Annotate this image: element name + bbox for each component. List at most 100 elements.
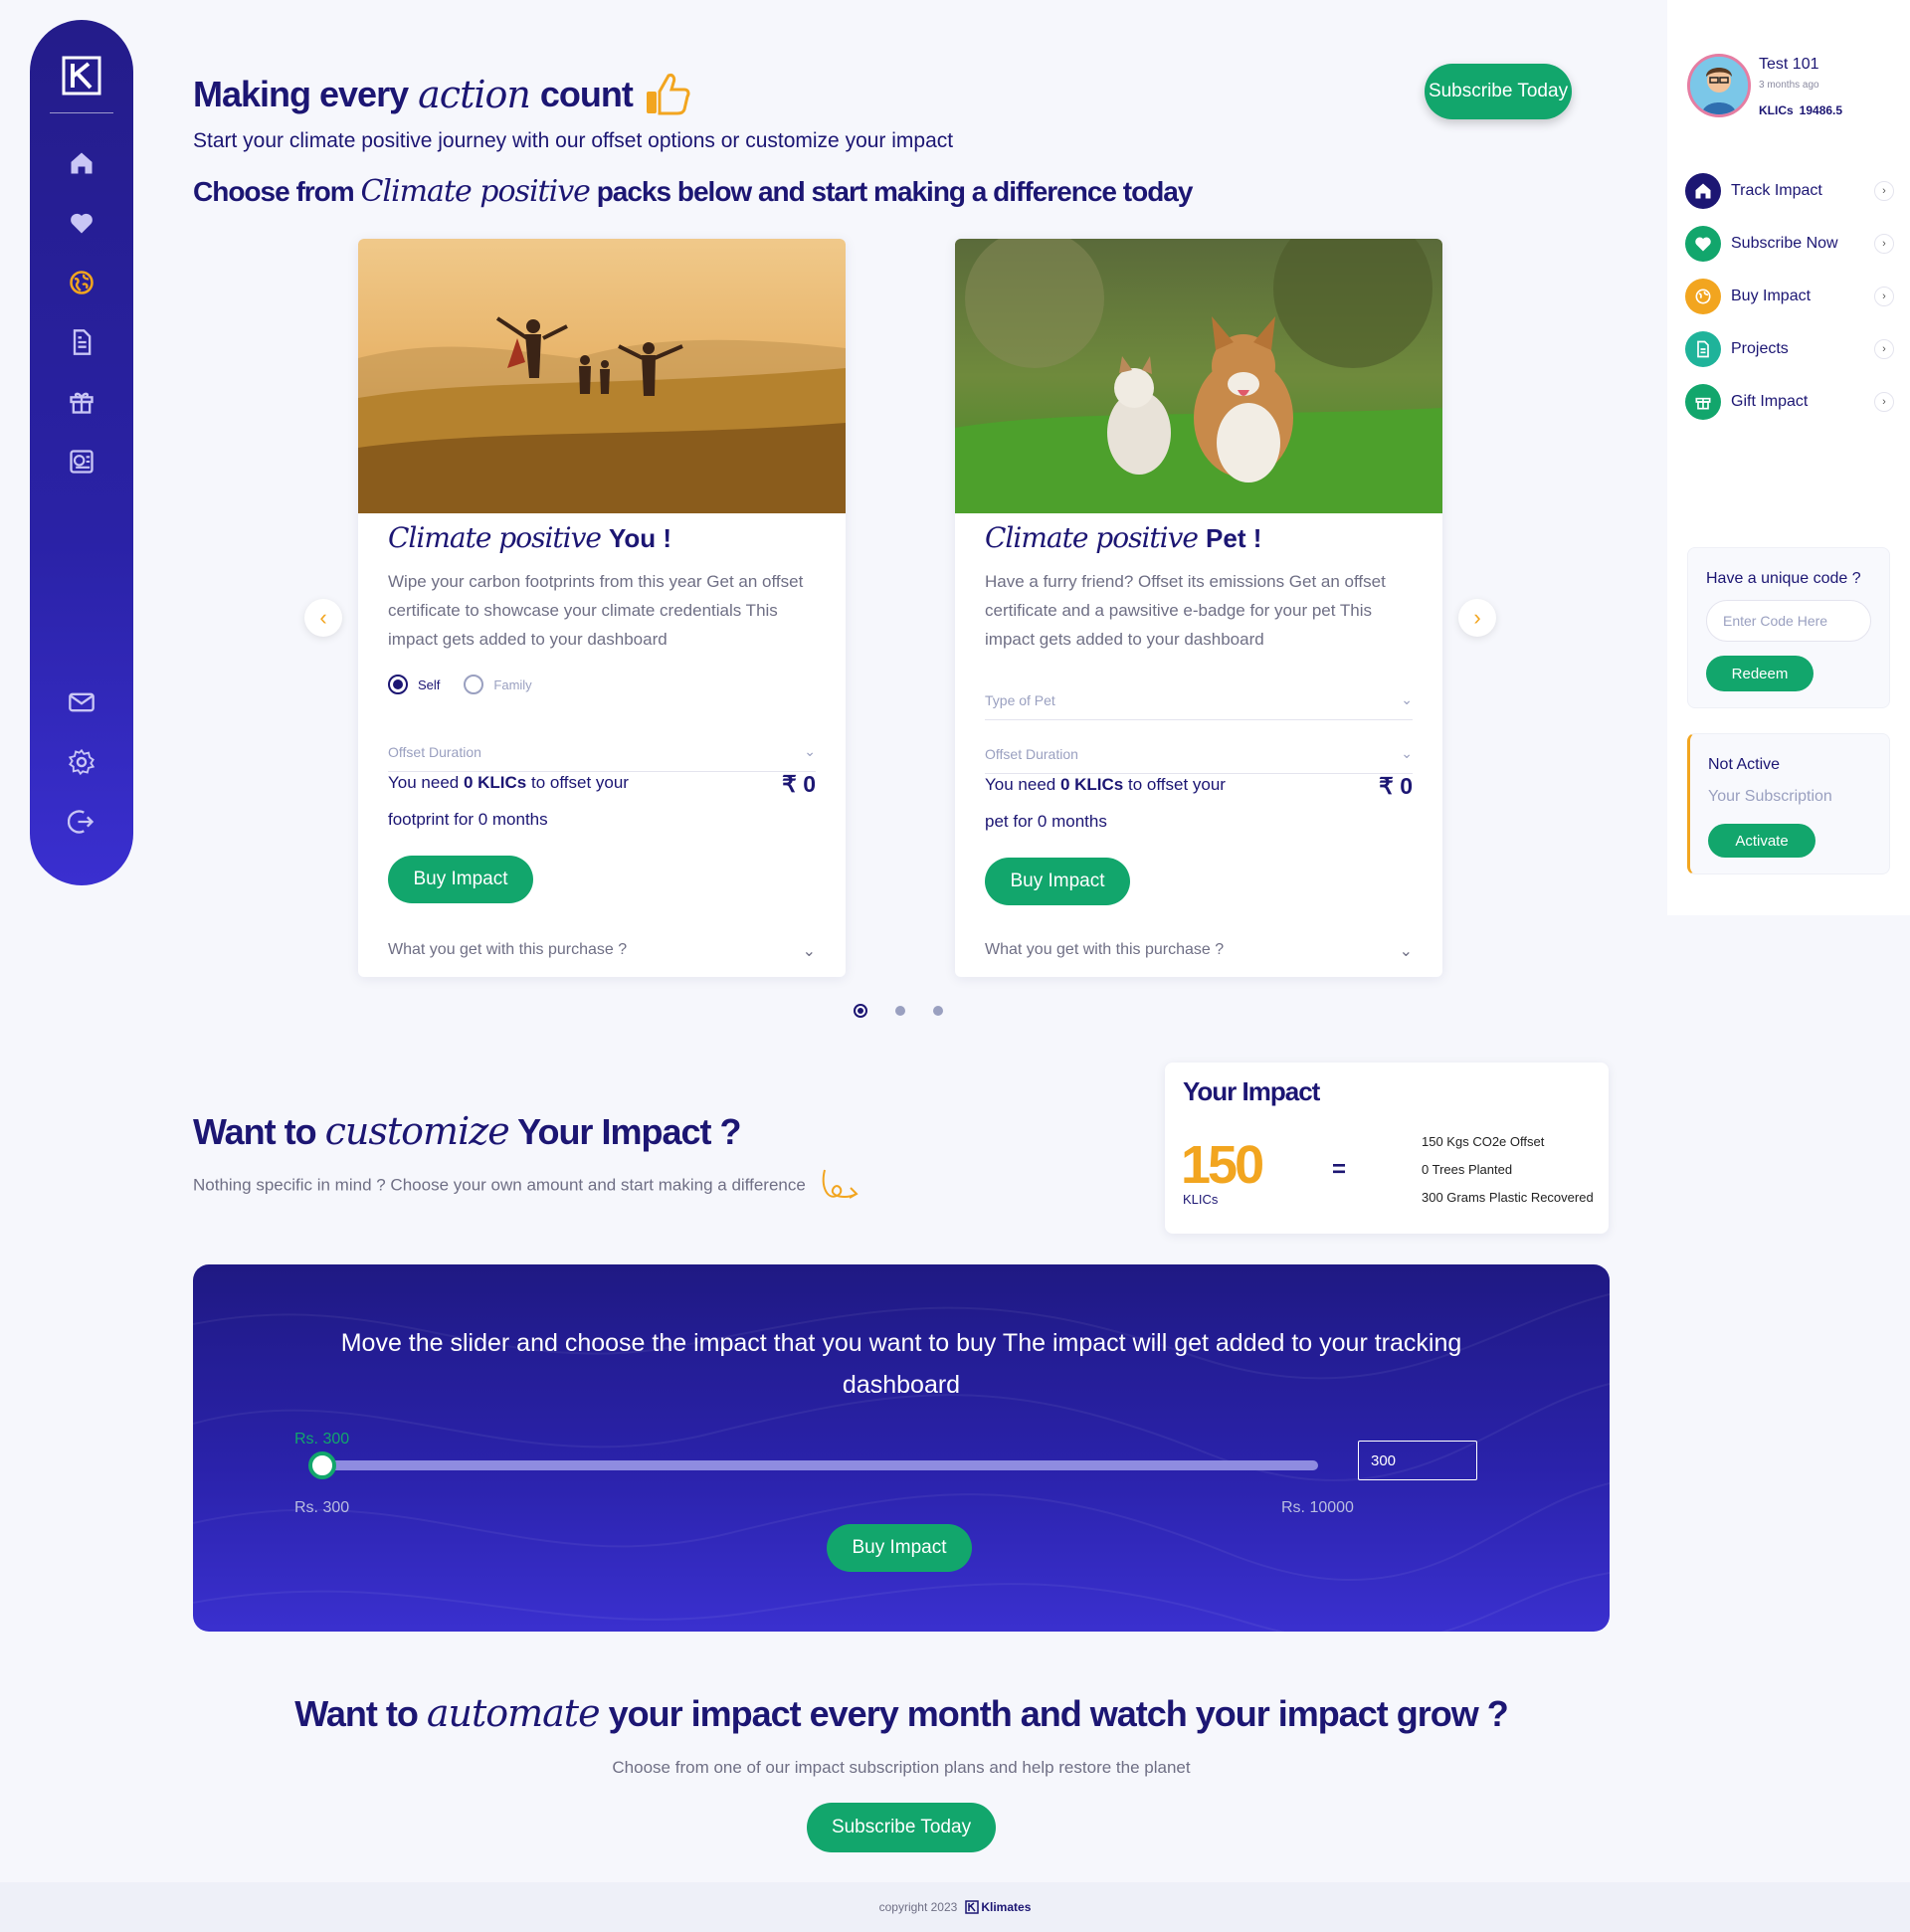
subscribe-today-button[interactable]: Subscribe Today [1425, 64, 1572, 119]
card-climate-pet: Climate positive Pet ! Have a furry frie… [955, 239, 1442, 977]
automate-heading: Want to automate your impact every month… [193, 1691, 1610, 1735]
buy-impact-button[interactable]: Buy Impact [985, 858, 1130, 905]
pet-type-select[interactable]: Type of Pet ⌄ [985, 680, 1413, 720]
buy-impact-button[interactable]: Buy Impact [388, 856, 533, 903]
right-sidebar: Test 101 3 months ago KLICs 19486.5 Trac… [1667, 0, 1910, 915]
choose-text-2: packs below and start making a differenc… [596, 176, 1194, 207]
document-icon[interactable] [66, 326, 97, 358]
customize-script: customize [324, 1109, 510, 1153]
redeem-question: Have a unique code ? [1706, 570, 1861, 587]
profile-name: Test 101 [1759, 56, 1819, 73]
chevron-down-icon: ⌄ [1401, 745, 1413, 761]
choose-text: Choose from [193, 176, 355, 207]
card-climate-you: Climate positive You ! Wipe your carbon … [358, 239, 846, 977]
subscription-label: Your Subscription [1708, 788, 1832, 805]
what-you-get-toggle[interactable]: What you get with this purchase ? ⌄ [388, 941, 816, 961]
klimates-logo[interactable] [62, 56, 101, 96]
thumbs-up-icon [646, 74, 690, 115]
card-description: Wipe your carbon footprints from this ye… [388, 572, 804, 649]
home-icon[interactable] [66, 147, 97, 179]
slider-max-label: Rs. 10000 [1281, 1499, 1354, 1516]
code-input[interactable]: Enter Code Here [1706, 600, 1871, 642]
pet-type-placeholder: Type of Pet [985, 691, 1055, 708]
sidebar-item-subscribe-now[interactable]: Subscribe Now › [1685, 224, 1894, 264]
your-impact-unit: KLICs [1183, 1192, 1219, 1207]
sidebar-item-buy-impact[interactable]: Buy Impact › [1685, 277, 1894, 316]
card-title-text: You ! [609, 523, 672, 553]
equals-sign: = [1332, 1156, 1347, 1183]
avatar[interactable] [1687, 54, 1751, 117]
redeem-code-box: Have a unique code ? Enter Code Here Red… [1687, 547, 1890, 708]
carousel-prev-button[interactable]: ‹ [304, 599, 342, 637]
home-icon [1685, 173, 1721, 209]
sidebar-item-label: Buy Impact [1731, 288, 1812, 304]
page-title: Making every action count [193, 70, 692, 119]
need-klics: 0 KLICs [463, 773, 527, 792]
slider-min-label: Rs. 300 [294, 1499, 350, 1516]
automate-subtitle: Choose from one of our impact subscripti… [612, 1758, 1191, 1777]
what-you-get-toggle[interactable]: What you get with this purchase ? ⌄ [985, 941, 1413, 961]
footer: copyright 2023 Klimates [0, 1882, 1910, 1932]
logout-icon[interactable] [66, 806, 97, 838]
settings-icon[interactable] [66, 746, 97, 778]
mail-icon[interactable] [66, 686, 97, 718]
carousel-dot-2[interactable] [895, 1006, 905, 1016]
chevron-right-icon: › [1874, 234, 1894, 254]
carousel-next-button[interactable]: › [1458, 599, 1496, 637]
need-pre: You need [985, 775, 1056, 794]
your-impact-card: Your Impact 150 KLICs = 150 Kgs CO2e Off… [1165, 1063, 1609, 1234]
gift-icon[interactable] [66, 386, 97, 418]
receipt-icon[interactable] [66, 446, 97, 478]
radio-self[interactable] [388, 675, 408, 694]
need-mid: to offset your [531, 773, 629, 792]
klics-value: 19486.5 [1799, 103, 1843, 117]
sidebar-item-track-impact[interactable]: Track Impact › [1685, 171, 1894, 211]
page-subtitle: Start your climate positive journey with… [193, 129, 954, 152]
need-post: footprint for 0 months [388, 810, 548, 829]
klimates-logo-icon [965, 1900, 980, 1914]
chevron-down-icon: ⌄ [802, 943, 816, 960]
sidebar-item-gift-impact[interactable]: Gift Impact › [1685, 382, 1894, 422]
custom-impact-panel: Move the slider and choose the impact th… [193, 1264, 1610, 1632]
chevron-right-icon: › [1874, 392, 1894, 412]
radio-family[interactable] [464, 675, 484, 694]
amount-input[interactable]: 300 [1358, 1441, 1477, 1480]
avatar-image [1690, 57, 1748, 114]
card-description: Have a furry friend? Offset its emission… [985, 572, 1386, 649]
offset-for-radio-group: Self Family [388, 675, 532, 694]
choose-heading: Choose from Climate positive packs below… [193, 174, 1194, 209]
heart-icon[interactable] [66, 207, 97, 239]
sidebar-item-projects[interactable]: Projects › [1685, 329, 1894, 369]
carousel-pagination [854, 1004, 943, 1018]
offset-duration-placeholder: Offset Duration [388, 743, 481, 760]
document-icon [1685, 331, 1721, 367]
klics-needed-text: You need 0 KLICs to offset your pet for … [985, 766, 1413, 840]
chevron-down-icon: ⌄ [1401, 691, 1413, 707]
buy-impact-button[interactable]: Buy Impact [827, 1524, 972, 1572]
carousel-dot-3[interactable] [933, 1006, 943, 1016]
need-pre: You need [388, 773, 460, 792]
profile-time: 3 months ago [1759, 80, 1819, 91]
nav-divider [50, 112, 113, 113]
copyright-text: copyright 2023 [878, 1900, 958, 1914]
customize-subtitle: Nothing specific in mind ? Choose your o… [193, 1166, 862, 1206]
subscribe-today-button[interactable]: Subscribe Today [807, 1803, 996, 1852]
subscription-box: Not Active Your Subscription Activate [1687, 733, 1890, 874]
slider-track[interactable] [314, 1460, 1318, 1470]
activate-button[interactable]: Activate [1708, 824, 1815, 858]
gift-icon [1685, 384, 1721, 420]
price: ₹ 0 [1379, 773, 1413, 799]
carousel-dot-1[interactable] [854, 1004, 867, 1018]
slider-handle[interactable] [308, 1451, 336, 1479]
automate-text-2: your impact every month and watch your i… [608, 1693, 1509, 1734]
sidebar-item-label: Gift Impact [1731, 393, 1809, 410]
globe-icon [1685, 279, 1721, 314]
klics-balance: KLICs 19486.5 [1759, 103, 1842, 117]
your-impact-title: Your Impact [1183, 1076, 1320, 1106]
title-text-2: count [539, 74, 634, 114]
globe-icon[interactable] [66, 267, 97, 298]
what-you-get-label: What you get with this purchase ? [985, 941, 1225, 958]
footer-brand: Klimates [981, 1900, 1032, 1914]
left-nav [30, 20, 133, 885]
redeem-button[interactable]: Redeem [1706, 656, 1814, 691]
